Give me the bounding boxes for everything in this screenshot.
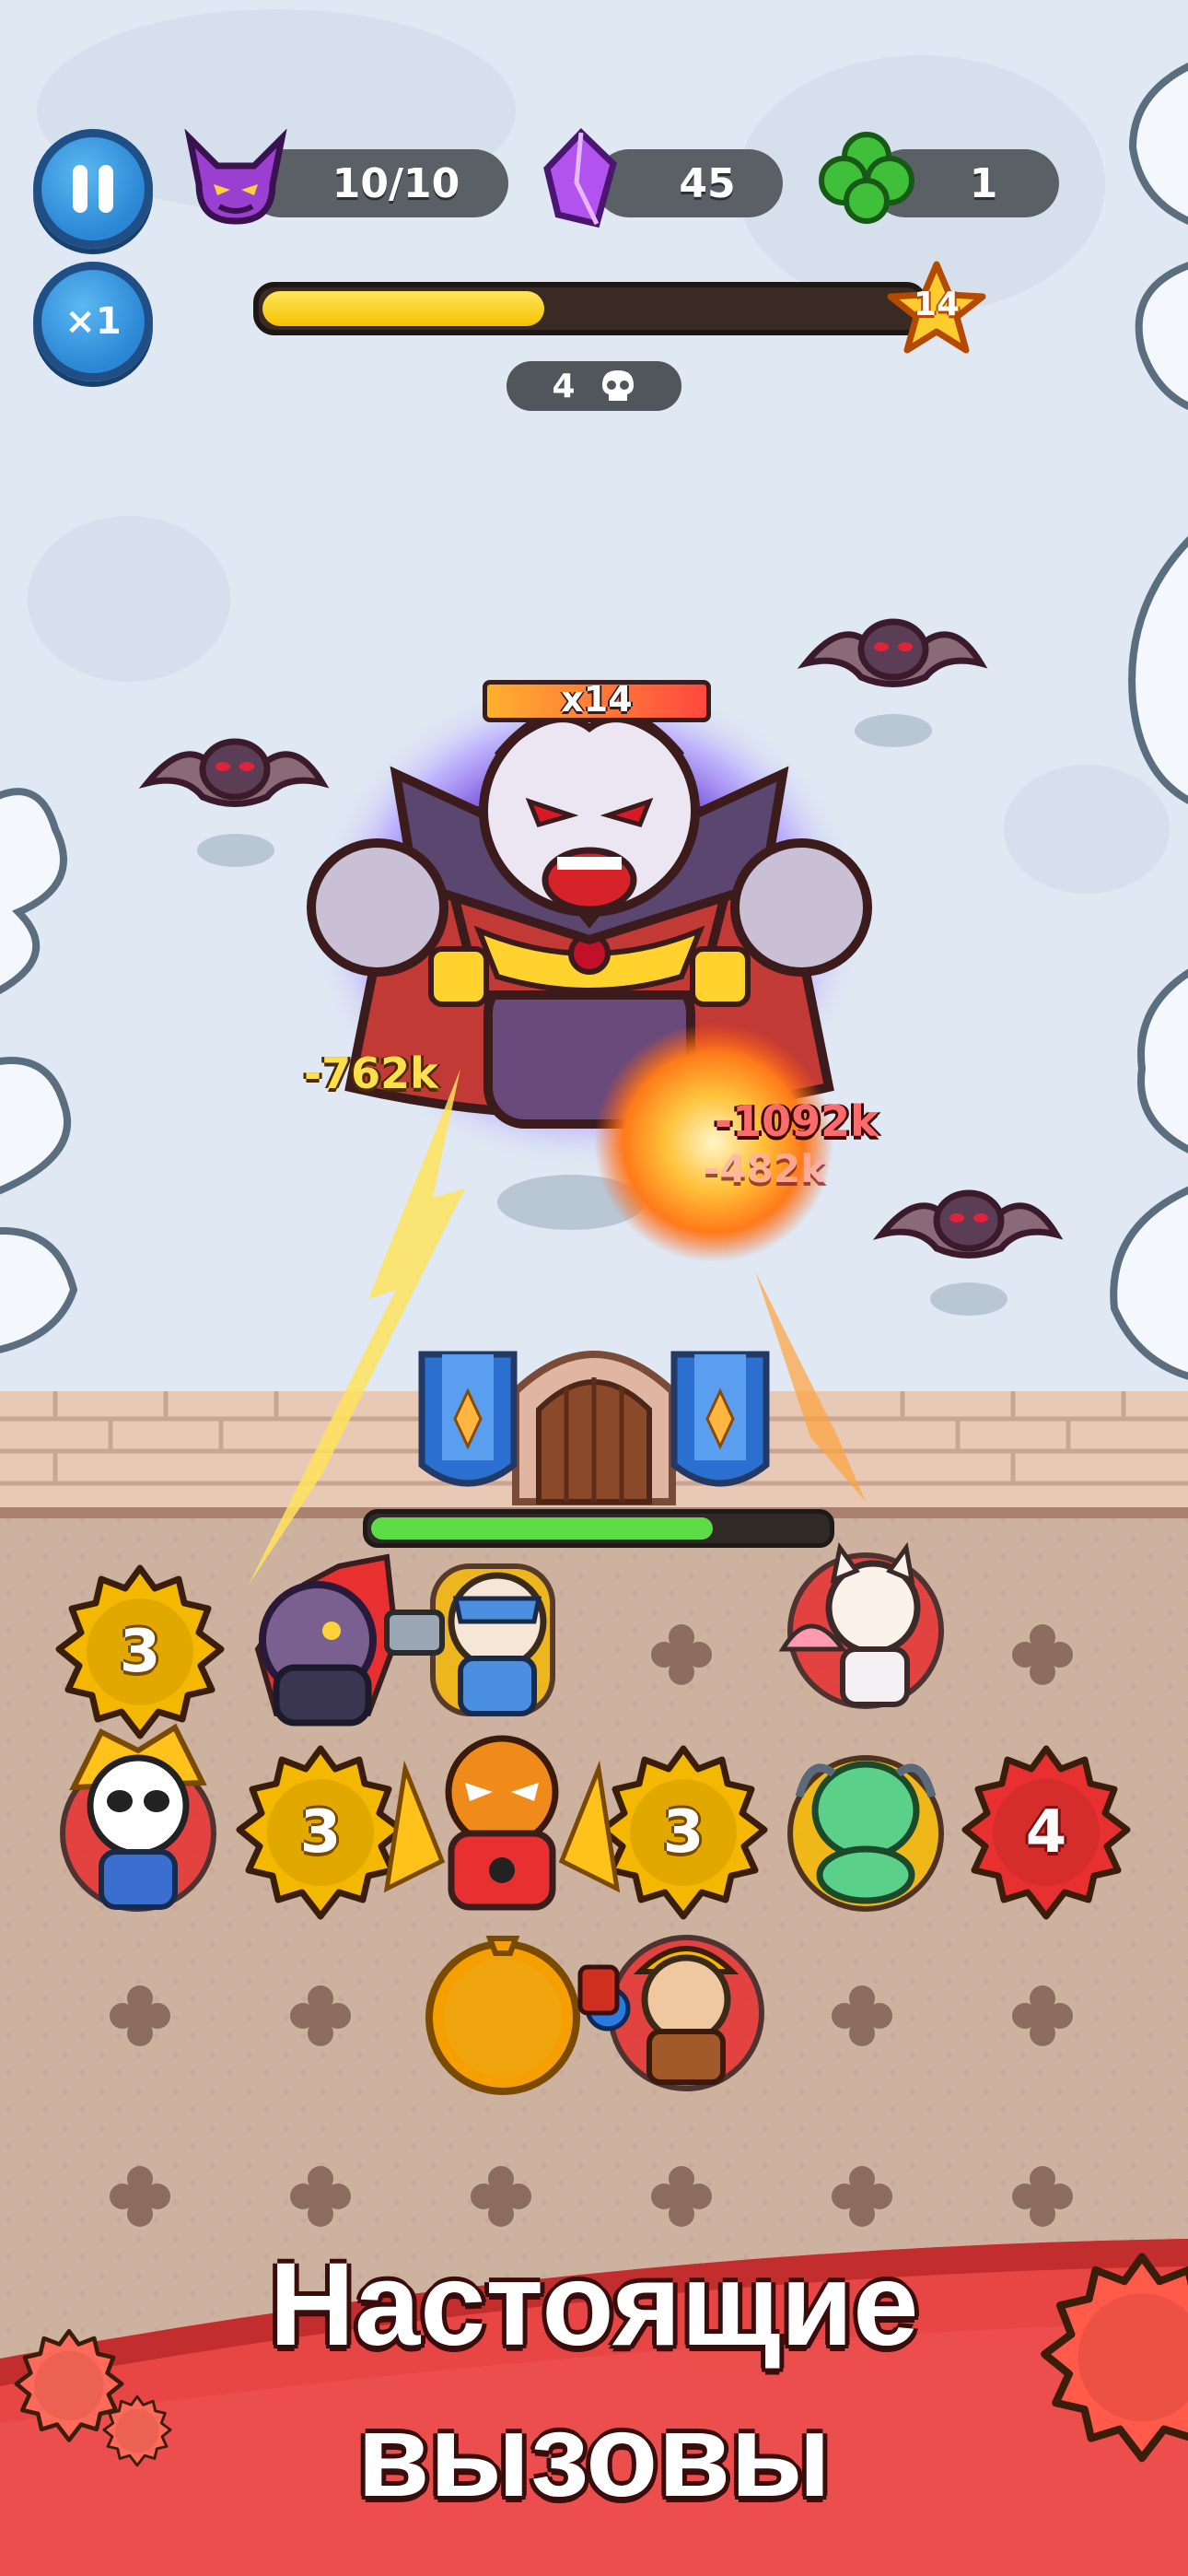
- empty-board-slot[interactable]: [108, 2164, 172, 2229]
- pause-button[interactable]: [33, 129, 153, 249]
- gear-level: 4: [1025, 1798, 1067, 1867]
- speed-button[interactable]: ×1: [33, 262, 153, 381]
- boss-health-bar: x14: [483, 679, 711, 722]
- merge-gear[interactable]: 4: [954, 1741, 1138, 1926]
- crystals-value: 45: [679, 159, 736, 207]
- empty-board-slot[interactable]: [108, 1984, 172, 2048]
- wave-progress-bar: [253, 282, 927, 335]
- empty-board-slot[interactable]: [1010, 2164, 1075, 2229]
- castle-gate: [418, 1351, 770, 1505]
- empty-board-slot[interactable]: [649, 1622, 714, 1687]
- damage-number: -1092k: [715, 1096, 879, 1146]
- empty-board-slot[interactable]: [649, 2164, 714, 2229]
- clover-icon: [819, 132, 914, 224]
- empty-board-slot[interactable]: [288, 2164, 353, 2229]
- level-value: 14: [913, 286, 961, 323]
- wave-progress-fill: [262, 291, 545, 326]
- damage-number: -762k: [304, 1048, 438, 1098]
- demon-icon: [184, 129, 287, 225]
- banner-title-line2: вызовы: [356, 2390, 832, 2522]
- merge-gear[interactable]: 3: [228, 1741, 413, 1926]
- crystals-counter: 45: [595, 149, 783, 217]
- castle-health-bar: [363, 1509, 834, 1548]
- speed-label: ×1: [64, 300, 122, 343]
- kill-counter: 4: [507, 361, 681, 411]
- gear-level: 3: [119, 1618, 161, 1686]
- gear-level: 3: [662, 1798, 705, 1867]
- demons-value: 10/10: [332, 159, 460, 207]
- merge-gear[interactable]: 3: [591, 1741, 775, 1926]
- damage-number: -482k: [704, 1146, 827, 1191]
- castle-health-fill: [371, 1517, 713, 1540]
- empty-board-slot[interactable]: [469, 2164, 533, 2229]
- empty-board-slot[interactable]: [830, 2164, 894, 2229]
- banner-title-line1: Настоящие: [269, 2239, 919, 2371]
- game-scene: ×1 10/10 45 1 14 4 x14 -762k -482k -1092…: [0, 0, 1188, 2576]
- empty-board-slot[interactable]: [1010, 1984, 1075, 2048]
- empty-board-slot[interactable]: [830, 1984, 894, 2048]
- boss-multiplier: x14: [561, 679, 633, 720]
- gear-level: 3: [299, 1798, 342, 1867]
- empty-board-slot[interactable]: [288, 1984, 353, 2048]
- level-star: 14: [886, 260, 987, 357]
- crystal-icon: [543, 128, 617, 228]
- empty-board-slot[interactable]: [1010, 1622, 1075, 1687]
- clover-value: 1: [969, 159, 998, 207]
- summon-coin[interactable]: [422, 1926, 584, 2101]
- pause-icon: [73, 165, 113, 213]
- skull-icon: [601, 370, 634, 401]
- kill-value: 4: [552, 367, 576, 405]
- merge-gear[interactable]: 3: [48, 1561, 232, 1745]
